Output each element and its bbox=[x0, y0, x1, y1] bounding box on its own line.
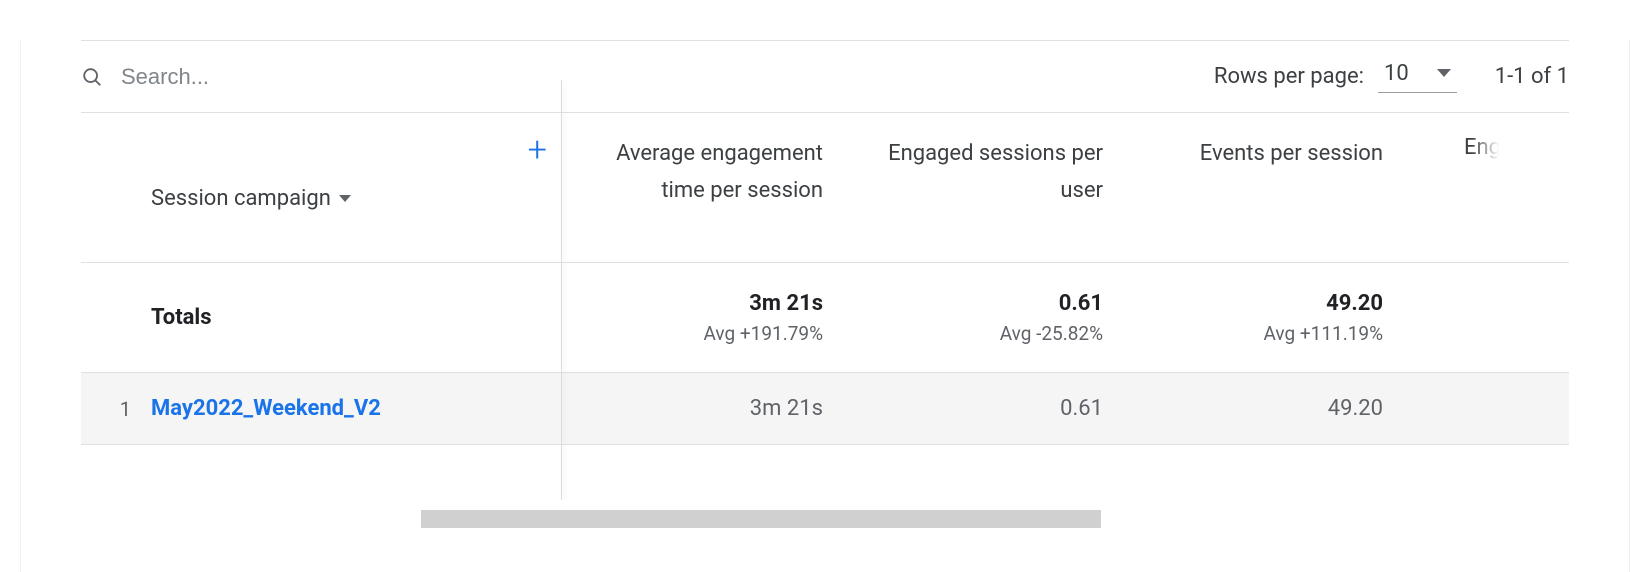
chevron-down-icon bbox=[339, 195, 351, 202]
column-header-events-per-session[interactable]: Events per session bbox=[1200, 135, 1383, 172]
rows-per-page-select[interactable]: 10 bbox=[1378, 61, 1457, 93]
dimension-label: Session campaign bbox=[151, 186, 331, 211]
column-header-engaged-sessions[interactable]: Engaged sessions per user bbox=[859, 135, 1103, 210]
row-index: 1 bbox=[81, 373, 151, 444]
cell-engaged-sessions: 0.61 bbox=[841, 373, 1121, 444]
dimension-picker[interactable]: Session campaign bbox=[151, 186, 351, 211]
horizontal-scrollbar[interactable] bbox=[421, 510, 1101, 528]
report-table-panel: Rows per page: 10 1-1 of 1 Session campa… bbox=[20, 40, 1630, 572]
campaign-name-link[interactable]: May2022_Weekend_V2 bbox=[151, 373, 561, 444]
pagination-range: 1-1 of 1 bbox=[1495, 64, 1569, 89]
table-toolbar: Rows per page: 10 1-1 of 1 bbox=[81, 41, 1569, 113]
cell-events-per-session: 49.20 bbox=[1121, 373, 1401, 444]
search-input[interactable] bbox=[121, 64, 421, 90]
totals-row: Totals 3m 21s Avg +191.79% 0.61 Avg -25.… bbox=[81, 263, 1569, 373]
totals-avg-engagement-value: 3m 21s bbox=[749, 291, 823, 316]
chevron-down-icon bbox=[1437, 69, 1451, 77]
table-row[interactable]: 1 May2022_Weekend_V2 3m 21s 0.61 49.20 bbox=[81, 373, 1569, 445]
rows-per-page-label: Rows per page: bbox=[1214, 64, 1364, 89]
totals-events-per-session-delta: Avg +111.19% bbox=[1264, 322, 1384, 345]
totals-engaged-sessions-delta: Avg -25.82% bbox=[1000, 322, 1103, 345]
cell-avg-engagement: 3m 21s bbox=[561, 373, 841, 444]
totals-engaged-sessions-value: 0.61 bbox=[1059, 291, 1103, 316]
totals-avg-engagement-delta: Avg +191.79% bbox=[704, 322, 824, 345]
column-header-avg-engagement[interactable]: Average engagement time per session bbox=[579, 135, 823, 210]
table-header-row: Session campaign + Average engagement ti… bbox=[81, 113, 1569, 263]
add-dimension-button[interactable]: + bbox=[528, 133, 547, 167]
totals-label: Totals bbox=[151, 305, 212, 330]
rows-per-page-value: 10 bbox=[1384, 61, 1409, 86]
totals-events-per-session-value: 49.20 bbox=[1326, 291, 1383, 316]
search-icon bbox=[81, 66, 103, 88]
column-header-peek: Eng bbox=[1464, 135, 1501, 160]
